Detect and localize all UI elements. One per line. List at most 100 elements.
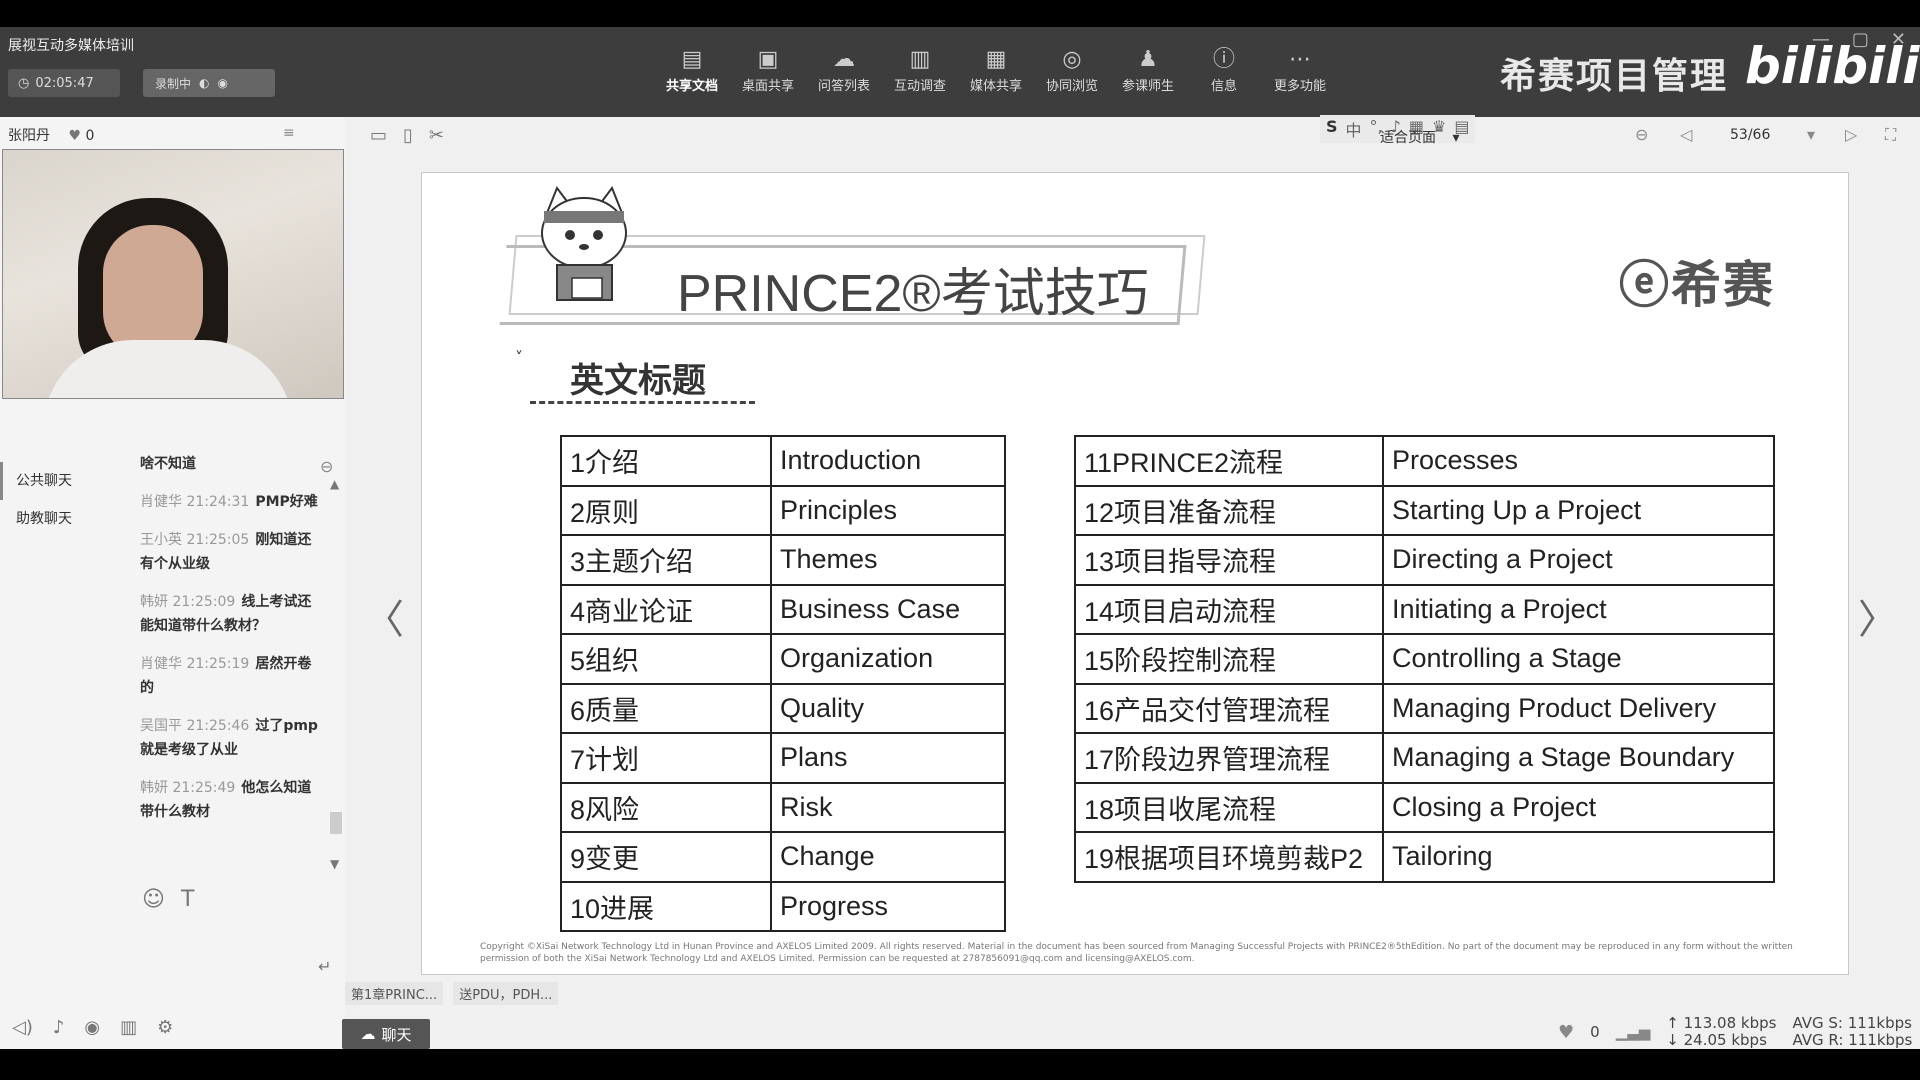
maximize-icon[interactable]: ▢ bbox=[1852, 29, 1869, 50]
new-file-icon[interactable]: ▯ bbox=[403, 125, 413, 146]
table-cell-cn: 1介绍 bbox=[560, 435, 772, 487]
sogou-icon[interactable]: S bbox=[1326, 117, 1338, 141]
zoom-out-icon[interactable]: ⊖ bbox=[1635, 125, 1648, 144]
chat-button[interactable]: ☁ 聊天 bbox=[342, 1019, 430, 1049]
fullscreen-icon[interactable]: ⛶ bbox=[1885, 125, 1896, 145]
toolbar-label: 互动调查 bbox=[893, 79, 946, 94]
enter-icon[interactable]: ↵ bbox=[318, 957, 331, 976]
toolbar-label: 参课师生 bbox=[1121, 79, 1174, 94]
settings-icon[interactable]: ⚙ bbox=[157, 1017, 173, 1038]
fit-page-select[interactable]: 适合页面 ▾ bbox=[1380, 127, 1459, 147]
prev-page-icon[interactable]: ◁ bbox=[1680, 125, 1692, 144]
stop-icon[interactable]: ◉ bbox=[218, 76, 228, 90]
chat-message: 肖健华 21:25:19 居然开卷的 bbox=[140, 652, 320, 700]
table-row: 10进展 Progress bbox=[560, 880, 1006, 932]
table-row: 16产品交付管理流程 Managing Product Delivery bbox=[1074, 682, 1775, 734]
chart-icon[interactable]: ▥ bbox=[120, 1017, 137, 1038]
document-tabs: 第1章PRINC... 送PDU，PDH... bbox=[345, 982, 559, 1005]
heart-icon[interactable]: ♥ bbox=[68, 128, 81, 144]
scroll-down-icon[interactable]: ▼ bbox=[330, 857, 339, 871]
table-row: 8风险 Risk bbox=[560, 781, 1006, 833]
chat-scrollbar[interactable]: ▲ ▼ bbox=[330, 477, 342, 877]
copyright-notice: Copyright ©XiSai Network Technology Ltd … bbox=[480, 942, 1793, 964]
toolbar-co-browse[interactable]: ◎ 协同浏览 bbox=[1040, 45, 1104, 94]
page-indicator: 53/66 bbox=[1730, 127, 1771, 143]
survey-icon: ▥ bbox=[909, 47, 931, 72]
scroll-up-icon[interactable]: ▲ bbox=[330, 477, 342, 491]
chat-messages: 啥不知道 肖健华 21:24:31 PMP好难 王小英 21:25:05 刚知道还有… bbox=[140, 452, 320, 838]
table-cell-cn: 6质量 bbox=[560, 682, 772, 734]
minimize-icon[interactable]: — bbox=[1812, 29, 1830, 50]
main-toolbar: ▤ 共享文档 ▣ 桌面共享 ☁ 问答列表 ▥ 互动调查 ▦ 媒体共享 ◎ 协同浏览 ♟ 参课师… bbox=[660, 45, 1332, 94]
presenter-row: 张阳丹 ♥ 0 ≡ bbox=[8, 125, 343, 145]
next-page-icon[interactable]: ▷ bbox=[1845, 125, 1857, 144]
table-cell-cn: 18项目收尾流程 bbox=[1074, 781, 1384, 833]
brand-watermark: 希赛项目管理 bbox=[1500, 56, 1729, 97]
toolbar-qa-list[interactable]: ☁ 问答列表 bbox=[812, 45, 876, 94]
emoji-icon[interactable]: ☺ bbox=[142, 887, 165, 912]
toolbar-more[interactable]: ⋯ 更多功能 bbox=[1268, 45, 1332, 94]
window-controls: — ▢ ✕ bbox=[1812, 29, 1906, 50]
collapse-icon[interactable]: ⊖ bbox=[320, 457, 333, 476]
scissors-icon[interactable]: ✂ bbox=[429, 125, 444, 146]
tab-public-chat[interactable]: 公共聊天 bbox=[0, 462, 110, 500]
speaker-icon[interactable]: ◁) bbox=[12, 1017, 33, 1038]
doc-tab[interactable]: 第1章PRINC... bbox=[345, 982, 444, 1005]
camera-icon[interactable]: ◉ bbox=[84, 1017, 100, 1038]
app-title: 展视互动多媒体培训 bbox=[8, 38, 134, 54]
prev-slide-arrow[interactable]: 〈 bbox=[364, 587, 404, 645]
doc-tab[interactable]: 送PDU，PDH... bbox=[453, 982, 559, 1005]
chat-message: 吴国平 21:25:46 过了pmp就是考级了从业 bbox=[140, 714, 320, 762]
table-cell-en: Change bbox=[770, 831, 1006, 883]
toolbar-participants[interactable]: ♟ 参课师生 bbox=[1116, 45, 1180, 94]
toolbar-desktop-share[interactable]: ▣ 桌面共享 bbox=[736, 45, 800, 94]
table-cell-en: Principles bbox=[770, 484, 1006, 536]
toolbar-media-share[interactable]: ▦ 媒体共享 bbox=[964, 45, 1028, 94]
table-cell-cn: 3主题介绍 bbox=[560, 534, 772, 586]
download-value: 24.05 kbps bbox=[1683, 1031, 1767, 1049]
chat-message: 韩妍 21:25:49 他怎么知道带什么教材 bbox=[140, 776, 320, 824]
bandwidth: ↑ 113.08 kbps ↓ 24.05 kbps bbox=[1666, 1015, 1776, 1049]
desktop-share-icon: ▣ bbox=[757, 47, 779, 72]
scroll-thumb[interactable] bbox=[330, 812, 342, 834]
table-row: 18项目收尾流程 Closing a Project bbox=[1074, 781, 1775, 833]
chinese-mode-icon[interactable]: 中 bbox=[1346, 117, 1362, 141]
network-stats: ♥ 0 ▁▃▅ ↑ 113.08 kbps ↓ 24.05 kbps AVG S… bbox=[1558, 1015, 1912, 1049]
average-rates: AVG S: 111kbps AVG R: 111kbps bbox=[1792, 1015, 1912, 1049]
toolbar-share-doc[interactable]: ▤ 共享文档 bbox=[660, 45, 724, 94]
slide-title: PRINCE2®考试技巧 bbox=[677, 265, 1149, 323]
table-row: 4商业论证 Business Case bbox=[560, 583, 1006, 635]
table-cell-en: Organization bbox=[770, 633, 1006, 685]
text-format-icon[interactable]: T bbox=[181, 887, 194, 912]
toolbar-label: 媒体共享 bbox=[969, 79, 1022, 94]
table-row: 3主题介绍 Themes bbox=[560, 534, 1006, 586]
table-cell-en: Progress bbox=[770, 880, 1006, 932]
close-icon[interactable]: ✕ bbox=[1891, 29, 1906, 50]
presenter-likes: 0 bbox=[85, 128, 95, 144]
table-cell-en: Themes bbox=[770, 534, 1006, 586]
pause-icon[interactable]: ◐ bbox=[199, 76, 209, 90]
table-cell-cn: 10进展 bbox=[560, 880, 772, 932]
toolbar-label: 桌面共享 bbox=[741, 79, 794, 94]
chat-message: 肖健华 21:24:31 PMP好难 bbox=[140, 490, 320, 514]
page-dropdown-icon[interactable]: ▾ bbox=[1807, 125, 1815, 144]
record-button[interactable]: 录制中 ◐ ◉ bbox=[143, 69, 275, 97]
table-cell-cn: 19根据项目环境剪裁P2 bbox=[1074, 831, 1384, 883]
table-cell-cn: 12项目准备流程 bbox=[1074, 484, 1384, 536]
video-menu-icon[interactable]: ≡ bbox=[283, 125, 295, 141]
left-panel: 张阳丹 ♥ 0 ≡ ⊖ 公共聊天 助教聊天 啥不知道 肖健华 21:24:31 P… bbox=[0, 117, 345, 1049]
slide: PRINCE2®考试技巧 ⓔ希赛 ˅ 英文标题 1介绍 Introduction … bbox=[421, 172, 1849, 975]
table-row: 15阶段控制流程 Controlling a Stage bbox=[1074, 633, 1775, 685]
table-cell-cn: 16产品交付管理流程 bbox=[1074, 682, 1384, 734]
microphone-icon[interactable]: ♪ bbox=[53, 1017, 65, 1038]
toolbar-label: 信息 bbox=[1210, 79, 1237, 94]
table-cell-en: Managing Product Delivery bbox=[1382, 682, 1775, 734]
heart-icon[interactable]: ♥ bbox=[1558, 1022, 1574, 1043]
next-slide-arrow[interactable]: 〉 bbox=[1858, 587, 1898, 645]
table-cell-en: Processes bbox=[1382, 435, 1775, 487]
open-folder-icon[interactable]: ▭ bbox=[370, 125, 387, 146]
tab-assistant-chat[interactable]: 助教聊天 bbox=[0, 500, 110, 538]
toolbar-survey[interactable]: ▥ 互动调查 bbox=[888, 45, 952, 94]
share-doc-icon: ▤ bbox=[681, 47, 703, 72]
toolbar-info[interactable]: ⓘ 信息 bbox=[1192, 45, 1256, 94]
